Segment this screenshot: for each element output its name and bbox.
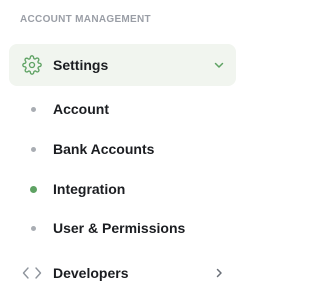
chevron-down-icon <box>212 58 226 72</box>
sub-item-label: Account <box>53 101 109 117</box>
sub-item-label: Bank Accounts <box>53 141 155 157</box>
gear-icon <box>21 54 43 76</box>
sub-item-label: Integration <box>53 181 126 197</box>
active-dot-icon <box>30 185 37 193</box>
chevron-right-icon <box>212 266 226 280</box>
bullet-dot-icon <box>31 225 36 231</box>
nav-item-settings[interactable]: Settings <box>9 44 236 86</box>
sub-item-user-permissions[interactable]: User & Permissions <box>9 211 236 245</box>
code-icon <box>21 262 43 284</box>
bullet-dot-icon <box>31 146 36 152</box>
nav-item-developers-label: Developers <box>53 265 129 281</box>
sub-item-account[interactable]: Account <box>9 93 236 125</box>
sub-item-integration[interactable]: Integration <box>9 173 236 205</box>
sub-item-label: User & Permissions <box>53 220 186 236</box>
sub-item-bank-accounts[interactable]: Bank Accounts <box>9 133 236 165</box>
nav-item-developers[interactable]: Developers <box>9 253 236 293</box>
nav-item-settings-label: Settings <box>53 57 109 73</box>
bullet-dot-icon <box>31 106 36 112</box>
section-heading: ACCOUNT MANAGEMENT <box>20 14 151 25</box>
sidebar: ACCOUNT MANAGEMENT Settings Account Bank… <box>0 0 243 297</box>
